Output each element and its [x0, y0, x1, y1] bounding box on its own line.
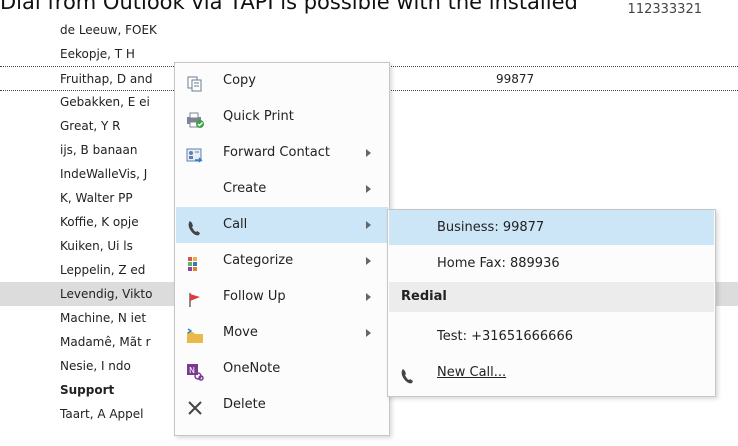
menu-item-create[interactable]: Create — [176, 171, 388, 207]
menu-item-label: OneNote — [223, 361, 281, 376]
menu-item-onenote[interactable]: N OneNote — [176, 351, 388, 387]
caption-title: Dial from Outlook via TAPI is possible w… — [0, 0, 578, 14]
context-menu: Copy Quick Print Forward Contact Create … — [174, 62, 390, 436]
submenu-arrow-icon — [366, 257, 371, 265]
menu-item-label: Copy — [223, 73, 256, 88]
contact-phone: 99877 — [496, 72, 535, 86]
contact-row[interactable]: de Leeuw, FOEK — [0, 18, 738, 42]
flag-icon — [186, 288, 204, 307]
call-business-item[interactable]: Business: 99877 — [389, 210, 714, 245]
copy-icon — [186, 72, 204, 92]
submenu-arrow-icon — [366, 185, 371, 193]
menu-item-label: Follow Up — [223, 289, 286, 304]
phone-icon — [399, 364, 417, 384]
phone-icon — [186, 216, 204, 236]
forward-contact-icon — [186, 144, 204, 163]
menu-item-label: Quick Print — [223, 109, 294, 124]
submenu-arrow-icon — [366, 221, 371, 229]
onenote-icon: N — [186, 360, 204, 381]
menu-item-copy[interactable]: Copy — [176, 63, 388, 99]
categorize-icon — [186, 252, 204, 271]
menu-item-label: Move — [223, 325, 258, 340]
submenu-arrow-icon — [366, 329, 371, 337]
caption-text: Dial from Outlook via TAPI is possible w… — [0, 0, 738, 19]
redial-test-item[interactable]: Test: +31651666666 — [389, 319, 714, 354]
menu-item-delete[interactable]: Delete — [176, 387, 388, 423]
menu-item-categorize[interactable]: Categorize — [176, 243, 388, 279]
menu-item-move[interactable]: Move — [176, 315, 388, 351]
menu-item-quick-print[interactable]: Quick Print — [176, 99, 388, 135]
menu-item-label: Categorize — [223, 253, 294, 268]
delete-icon — [186, 396, 204, 415]
menu-item-label: Create — [223, 181, 267, 196]
redial-header: Redial — [389, 282, 714, 312]
submenu-arrow-icon — [366, 293, 371, 301]
menu-item-forward-contact[interactable]: Forward Contact — [176, 135, 388, 171]
call-home-fax-item[interactable]: Home Fax: 889936 — [389, 246, 714, 281]
call-submenu: Business: 99877 Home Fax: 889936 Redial … — [387, 209, 716, 397]
folder-move-icon — [186, 324, 204, 343]
menu-item-label: Delete — [223, 397, 266, 412]
caption-right-number: 112333321 — [627, 2, 702, 17]
new-call-item[interactable]: New Call... — [389, 355, 714, 390]
menu-item-call[interactable]: Call — [176, 207, 388, 243]
menu-item-follow-up[interactable]: Follow Up — [176, 279, 388, 315]
quick-print-icon — [186, 108, 204, 128]
submenu-arrow-icon — [366, 149, 371, 157]
svg-text:N: N — [189, 366, 195, 375]
menu-item-label: Forward Contact — [223, 145, 330, 160]
menu-item-label: Call — [223, 217, 248, 232]
